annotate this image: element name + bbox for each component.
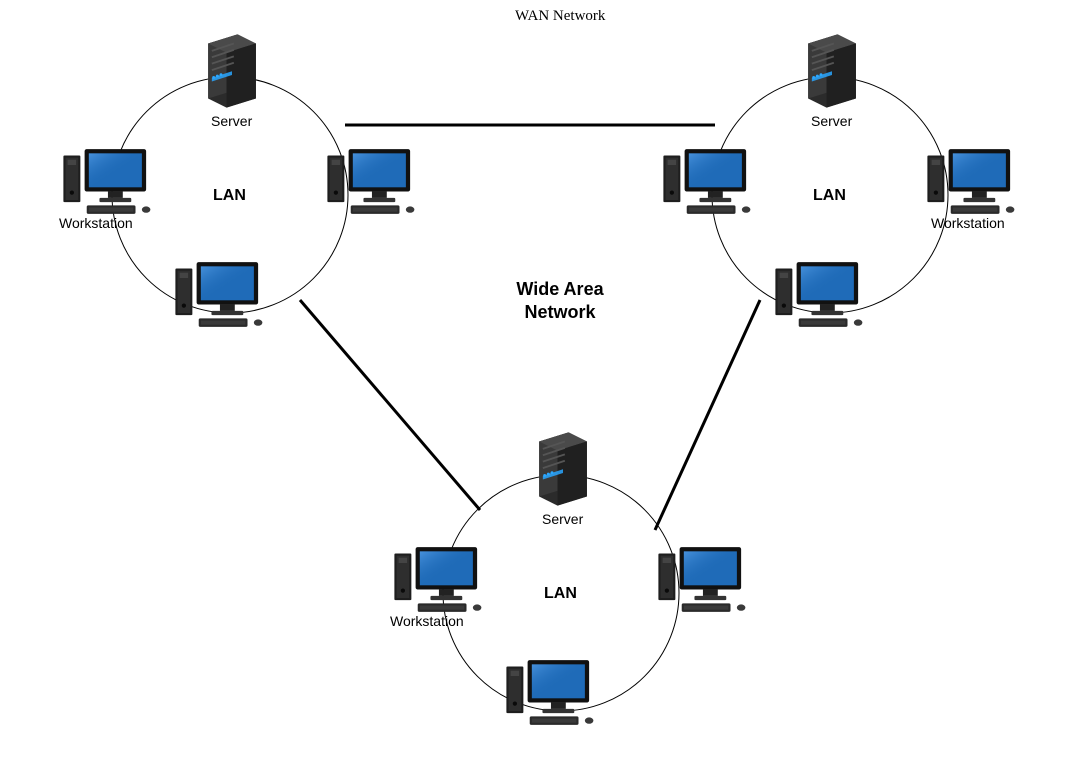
- server-label: Server: [211, 113, 252, 129]
- diagram-title: WAN Network: [515, 8, 605, 25]
- lan-label: LAN: [213, 187, 246, 205]
- workstation-icon: [775, 260, 867, 330]
- workstation-icon: [663, 147, 755, 217]
- server-icon: [530, 425, 596, 513]
- lan-label: LAN: [813, 187, 846, 205]
- workstation-icon: [927, 147, 1019, 217]
- workstation-label: Workstation: [931, 215, 1005, 231]
- wan-link: [300, 300, 480, 510]
- network-lines: [0, 0, 1089, 767]
- wan-center-label-line2: Network: [524, 302, 595, 322]
- workstation-label: Workstation: [390, 613, 464, 629]
- workstation-label: Workstation: [59, 215, 133, 231]
- workstation-icon: [394, 545, 486, 615]
- workstation-icon: [63, 147, 155, 217]
- workstation-icon: [175, 260, 267, 330]
- server-label: Server: [811, 113, 852, 129]
- wan-link: [655, 300, 760, 530]
- server-icon: [199, 27, 265, 115]
- lan-label: LAN: [544, 585, 577, 603]
- wan-center-label: Wide Area Network: [470, 278, 650, 323]
- server-icon: [799, 27, 865, 115]
- workstation-icon: [658, 545, 750, 615]
- workstation-icon: [327, 147, 419, 217]
- server-label: Server: [542, 511, 583, 527]
- wan-center-label-line1: Wide Area: [516, 279, 603, 299]
- workstation-icon: [506, 658, 598, 728]
